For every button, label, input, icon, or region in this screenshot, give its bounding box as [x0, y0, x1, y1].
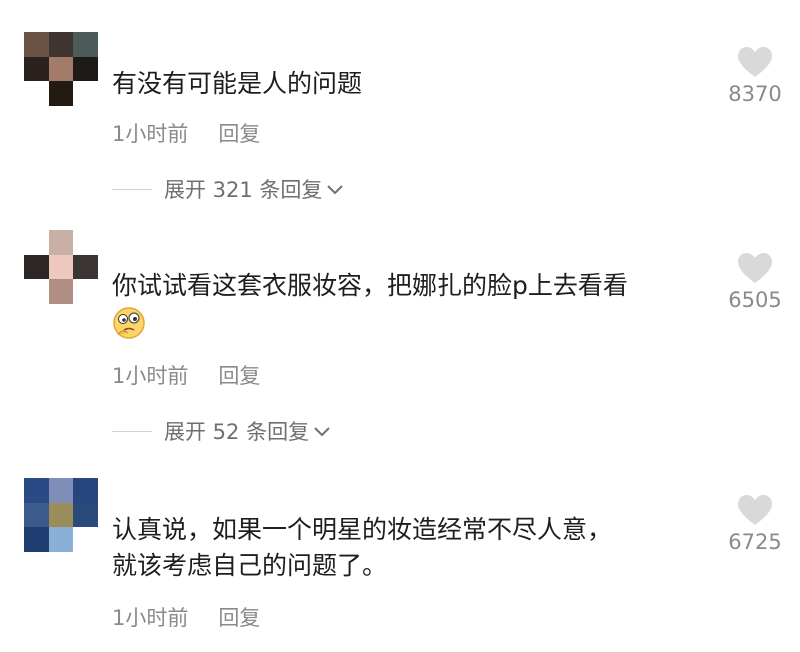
like-count: 8370	[728, 82, 782, 106]
like-button[interactable]: 6725	[720, 494, 790, 554]
like-count: 6725	[728, 530, 782, 554]
expand-replies-button[interactable]: 展开 52 条回复	[112, 416, 331, 446]
avatar-pixel	[73, 56, 98, 82]
comment-meta: 1小时前 回复	[112, 118, 260, 148]
avatar-pixel	[48, 527, 74, 552]
avatar-pixel	[48, 502, 74, 528]
comment-time: 1小时前	[112, 122, 189, 146]
like-button[interactable]: 8370	[720, 46, 790, 106]
avatar-pixel	[24, 32, 49, 57]
avatar-pixel	[24, 254, 49, 280]
expand-replies-button[interactable]: 展开 321 条回复	[112, 174, 344, 204]
divider-line	[112, 188, 152, 190]
avatar[interactable]	[24, 32, 98, 106]
avatar-pixel	[73, 254, 98, 280]
avatar-pixel	[73, 502, 98, 528]
avatar-pixel	[73, 527, 98, 552]
reply-button[interactable]: 回复	[218, 364, 260, 388]
heart-icon	[720, 252, 790, 284]
reply-button[interactable]: 回复	[218, 606, 260, 630]
expand-replies-label: 展开 52 条回复	[164, 420, 310, 444]
heart-icon	[720, 494, 790, 526]
comment-text: 认真说，如果一个明星的妆造经常不尽人意， 就该考虑自己的问题了。	[112, 512, 712, 584]
thinking-emoji-icon	[112, 306, 146, 340]
avatar-pixel	[48, 254, 74, 280]
avatar-pixel	[24, 478, 49, 503]
avatar[interactable]	[24, 478, 98, 552]
heart-icon	[720, 46, 790, 78]
comment-text: 你试试看这套衣服妆容，把娜扎的脸p上去看看	[112, 268, 712, 340]
avatar[interactable]	[24, 230, 98, 304]
avatar-pixel	[48, 32, 74, 57]
like-count: 6505	[728, 288, 782, 312]
chevron-down-icon	[326, 177, 344, 201]
avatar-pixel	[73, 32, 98, 57]
comment-time: 1小时前	[112, 606, 189, 630]
avatar-pixel	[24, 527, 49, 552]
avatar-pixel	[24, 230, 49, 255]
divider-line	[112, 430, 152, 432]
avatar-pixel	[73, 478, 98, 503]
avatar-pixel	[48, 230, 74, 255]
comment-text-body: 你试试看这套衣服妆容，把娜扎的脸p上去看看	[112, 271, 628, 300]
avatar-pixel	[24, 81, 49, 106]
avatar-pixel	[48, 478, 74, 503]
avatar-pixel	[73, 279, 98, 304]
avatar-pixel	[48, 279, 74, 304]
avatar-pixel	[24, 56, 49, 82]
comment-meta: 1小时前 回复	[112, 602, 260, 632]
avatar-pixel	[73, 81, 98, 106]
comment-text-line: 认真说，如果一个明星的妆造经常不尽人意，	[112, 515, 613, 544]
avatar-pixel	[24, 502, 49, 528]
comment-meta: 1小时前 回复	[112, 360, 260, 390]
avatar-pixel	[48, 56, 74, 82]
like-button[interactable]: 6505	[720, 252, 790, 312]
comment-time: 1小时前	[112, 364, 189, 388]
avatar-pixel	[48, 81, 74, 106]
comment-text-line: 就该考虑自己的问题了。	[112, 551, 388, 580]
comment-text: 有没有可能是人的问题	[112, 69, 363, 98]
reply-button[interactable]: 回复	[218, 122, 260, 146]
expand-replies-label: 展开 321 条回复	[164, 178, 323, 202]
avatar-pixel	[73, 230, 98, 255]
chevron-down-icon	[313, 419, 331, 443]
avatar-pixel	[24, 279, 49, 304]
